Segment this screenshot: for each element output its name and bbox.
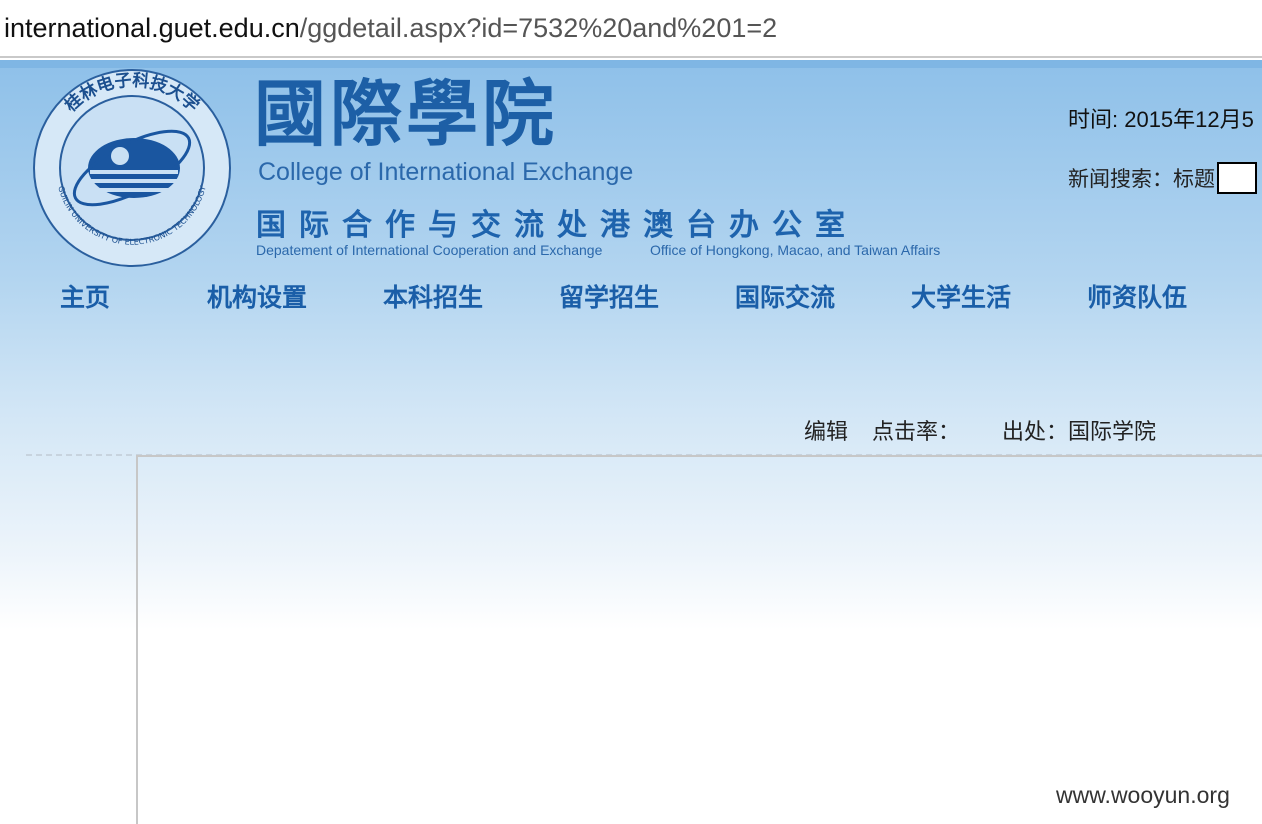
department-title-cn: 国际合作与交流处港澳台办公室 [256, 208, 858, 243]
article-editor: 编辑 [804, 420, 849, 445]
office-title-en: Office of Hongkong, Macao, and Taiwan Af… [650, 242, 941, 258]
url-host: international.guet.edu.cn [4, 12, 300, 43]
nav-item-faculty[interactable]: 师资队伍 [1087, 278, 1187, 314]
university-emblem-logo: 桂林电子科技大学 GUILIN UNIVERSITY OF ELECTRONIC… [33, 69, 231, 267]
article-click-rate: 点击率： [872, 420, 961, 445]
nav-item-study-abroad-admission[interactable]: 留学招生 [559, 278, 659, 314]
article-body [136, 455, 1262, 824]
address-bar[interactable]: international.guet.edu.cn/ggdetail.aspx?… [0, 0, 1262, 58]
site-title-cn: 國際學院 [254, 71, 559, 156]
nav-item-organization[interactable]: 机构设置 [207, 278, 307, 314]
site-title-en: College of International Exchange [258, 158, 634, 186]
nav-item-home[interactable]: 主页 [60, 278, 110, 314]
top-band [0, 60, 1262, 68]
url-path: /ggdetail.aspx?id=7532%20and%201=2 [299, 12, 778, 43]
news-search: 新闻搜索：标题 [1068, 162, 1257, 194]
article-source: 出处：国际学院 [1002, 420, 1157, 445]
search-label: 新闻搜索：标题 [1068, 167, 1215, 191]
nav-item-international-exchange[interactable]: 国际交流 [735, 278, 835, 314]
search-input[interactable] [1217, 162, 1257, 194]
department-title-en: Depatement of International Cooperation … [256, 242, 603, 258]
page-content: 桂林电子科技大学 GUILIN UNIVERSITY OF ELECTRONIC… [0, 60, 1262, 824]
watermark: www.wooyun.org [1056, 782, 1230, 808]
nav-item-undergrad-admission[interactable]: 本科招生 [383, 278, 483, 314]
main-nav: 主页 机构设置 本科招生 留学招生 国际交流 大学生活 师资队伍 [0, 278, 1262, 318]
date-display: 时间: 2015年12月5 [1068, 107, 1254, 132]
nav-item-campus-life[interactable]: 大学生活 [911, 278, 1011, 314]
